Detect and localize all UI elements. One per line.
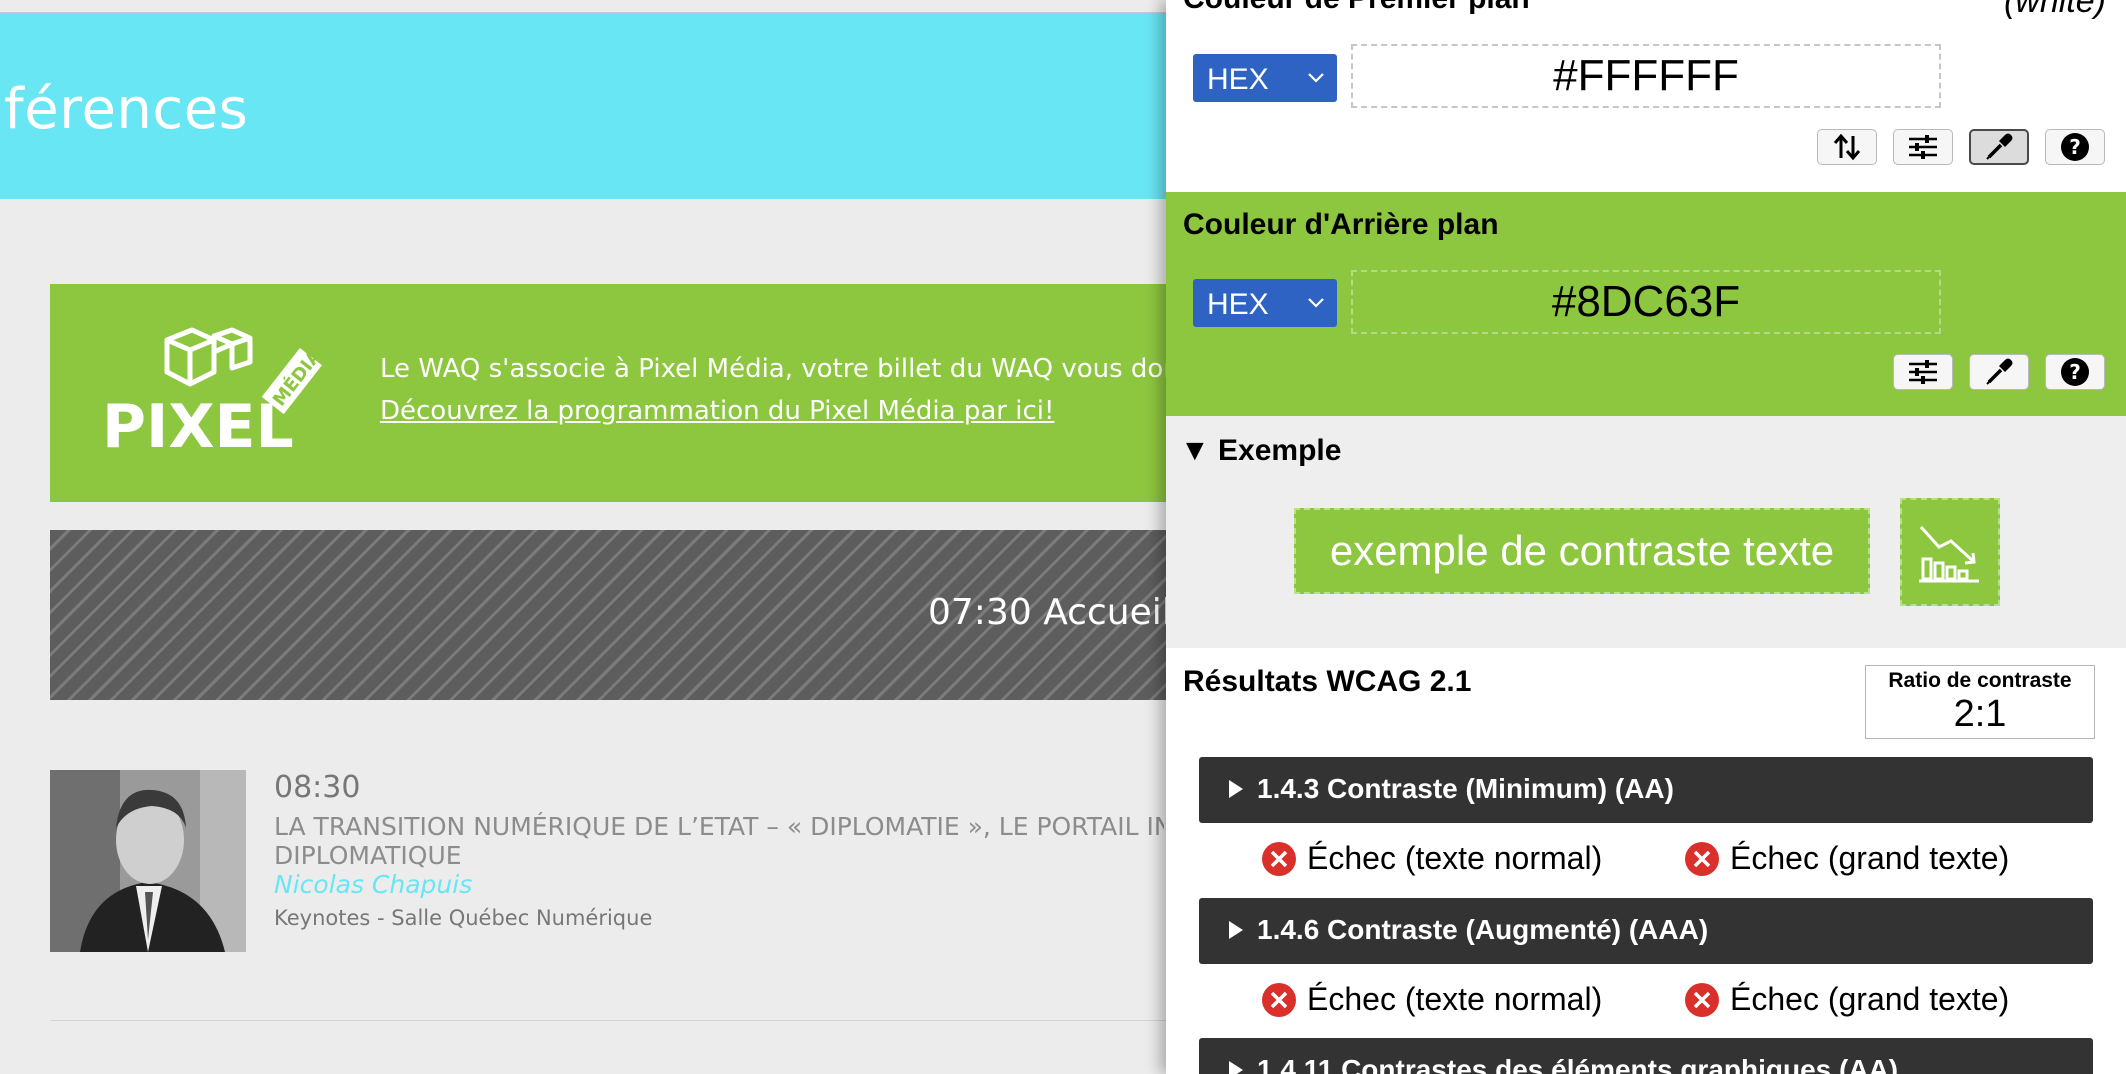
expand-triangle-icon [1229, 780, 1243, 798]
result-text: Échec (texte normal) [1307, 840, 1603, 876]
criterion-1-4-6-normal-result: Échec (texte normal) [1261, 981, 1602, 1018]
background-eyedropper-button[interactable] [1969, 354, 2029, 390]
page-top-border [0, 0, 1168, 13]
criterion-1-4-11-toggle[interactable]: 1.4.11 Contrastes des éléments graphique… [1199, 1038, 2093, 1074]
foreground-heading: Couleur de Premier plan [1183, 0, 1530, 16]
criterion-1-4-6-large-result: Échec (grand texte) [1684, 981, 2009, 1018]
event-speaker-link[interactable]: Nicolas Chapuis [274, 870, 472, 899]
background-adjust-button[interactable] [1893, 354, 1953, 390]
foreground-adjust-button[interactable] [1893, 129, 1953, 165]
background-format-value: HEX [1207, 288, 1269, 321]
banner-description: Le WAQ s'associe à Pixel Média, votre bi… [380, 354, 1168, 384]
list-divider [50, 1020, 1168, 1021]
criterion-label: 1.4.3 Contraste (Minimum) (AA) [1257, 773, 1674, 804]
result-text: Échec (texte normal) [1307, 981, 1603, 1017]
criterion-1-4-3-normal-result: Échec (texte normal) [1261, 840, 1602, 877]
foreground-color-section: Couleur de Premier plan (white) HEX #FFF… [1166, 0, 2126, 192]
sliders-icon [1909, 360, 1937, 384]
example-sample-text: exemple de contraste texte [1294, 508, 1870, 594]
result-text: Échec (grand texte) [1730, 981, 2010, 1017]
sliders-icon [1909, 135, 1937, 159]
eyedropper-icon [1986, 358, 2013, 385]
fail-icon [1685, 841, 1719, 876]
chevron-down-icon [1308, 73, 1324, 83]
contrast-ratio-box: Ratio de contraste 2:1 [1865, 665, 2095, 739]
speaker-photo[interactable] [50, 770, 246, 952]
swap-colors-button[interactable] [1817, 129, 1877, 165]
background-help-button[interactable]: ? [2045, 354, 2105, 390]
swap-icon [1833, 133, 1861, 161]
schedule-break-band: 07:30 Accueil [50, 530, 1168, 700]
banner-program-link[interactable]: Découvrez la programmation du Pixel Médi… [380, 396, 1054, 426]
page-header-band: férences [0, 13, 1168, 199]
background-heading: Couleur d'Arrière plan [1183, 208, 1499, 241]
expand-triangle-icon [1229, 921, 1243, 939]
svg-text:?: ? [2069, 135, 2081, 159]
foreground-help-button[interactable]: ? [2045, 129, 2105, 165]
speaker-portrait-image [50, 770, 246, 952]
foreground-color-name: (white) [2003, 0, 2106, 20]
help-icon: ? [2061, 133, 2089, 161]
event-title[interactable]: LA TRANSITION NUMÉRIQUE DE L’ETAT – « DI… [274, 812, 1164, 870]
svg-text:PIXEL: PIXEL [102, 392, 294, 462]
partner-banner: PIXEL MÉDIA Le WAQ s'associe à Pixel Méd… [50, 284, 1168, 502]
event-room: Keynotes - Salle Québec Numérique [274, 906, 653, 930]
pixel-media-logo: PIXEL MÉDIA [102, 327, 326, 462]
page-title: férences [4, 77, 249, 142]
foreground-hex-input[interactable]: #FFFFFF [1351, 44, 1941, 108]
event-title-line-1: LA TRANSITION NUMÉRIQUE DE L’ETAT – « DI… [274, 812, 1164, 841]
schedule-break-label: 07:30 Accueil [928, 592, 1168, 633]
fail-icon [1685, 982, 1719, 1017]
contrast-checker-panel: Couleur de Premier plan (white) HEX #FFF… [1166, 0, 2126, 1074]
fail-icon [1262, 982, 1296, 1017]
background-color-section: Couleur d'Arrière plan HEX #8DC63F ? [1166, 192, 2126, 416]
example-section: ▼ Exemple exemple de contraste texte [1166, 416, 2126, 648]
chart-decline-icon [1919, 525, 1979, 583]
criterion-label: 1.4.11 Contrastes des éléments graphique… [1257, 1054, 1899, 1074]
background-hex-input[interactable]: #8DC63F [1351, 270, 1941, 334]
background-format-select[interactable]: HEX [1193, 279, 1337, 327]
help-icon: ? [2061, 358, 2089, 386]
criterion-1-4-6-toggle[interactable]: 1.4.6 Contraste (Augmenté) (AAA) [1199, 898, 2093, 964]
example-sample-graphic [1900, 498, 2000, 606]
results-heading: Résultats WCAG 2.1 [1183, 665, 1472, 698]
foreground-eyedropper-button[interactable] [1969, 129, 2029, 165]
expand-triangle-icon [1229, 1061, 1243, 1074]
criterion-label: 1.4.6 Contraste (Augmenté) (AAA) [1257, 914, 1709, 945]
criterion-1-4-3-large-result: Échec (grand texte) [1684, 840, 2009, 877]
eyedropper-icon [1986, 133, 2013, 160]
svg-text:?: ? [2069, 360, 2081, 384]
result-text: Échec (grand texte) [1730, 840, 2010, 876]
criterion-1-4-3-toggle[interactable]: 1.4.3 Contraste (Minimum) (AA) [1199, 757, 2093, 823]
event-time: 08:30 [274, 770, 361, 805]
foreground-format-select[interactable]: HEX [1193, 54, 1337, 102]
example-toggle[interactable]: ▼ Exemple [1180, 434, 1341, 468]
contrast-ratio-label: Ratio de contraste [1888, 669, 2072, 692]
fail-icon [1262, 841, 1296, 876]
contrast-ratio-value: 2:1 [1953, 693, 2007, 735]
chevron-down-icon [1308, 298, 1324, 308]
event-title-line-2: DIPLOMATIQUE [274, 841, 462, 870]
foreground-format-value: HEX [1207, 63, 1269, 96]
